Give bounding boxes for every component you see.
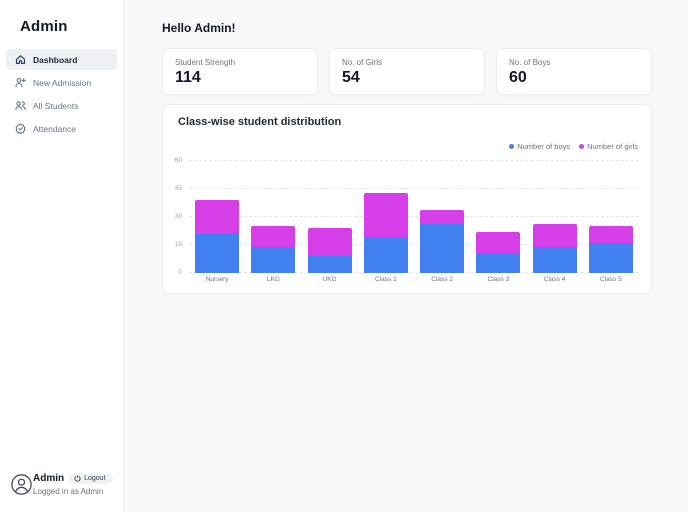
sidebar-item-dashboard[interactable]: Dashboard bbox=[6, 49, 117, 70]
login-status-text: Logged in as Admin bbox=[33, 487, 104, 496]
logout-label: Logout bbox=[84, 475, 106, 482]
bar-segment[interactable] bbox=[476, 231, 521, 255]
y-axis-tick-label: 30 bbox=[174, 213, 182, 221]
stats-row: Student Strength 114 No. of Girls 54 No.… bbox=[162, 48, 652, 95]
y-axis-tick-label: 60 bbox=[174, 157, 182, 165]
sidebar-user-block: Admin Logout Logged in as Admin bbox=[11, 473, 118, 496]
sidebar-nav: Dashboard New Admission All Students Att… bbox=[0, 49, 124, 141]
x-axis-label: Class 1 bbox=[375, 276, 397, 283]
bar-ukg[interactable] bbox=[307, 161, 352, 273]
x-axis-label: Class 5 bbox=[600, 276, 622, 283]
stat-label: No. of Girls bbox=[342, 58, 383, 67]
bar-class-5[interactable] bbox=[588, 161, 633, 273]
bar-segment[interactable] bbox=[420, 224, 465, 273]
bars-row bbox=[189, 161, 639, 273]
bar-segment[interactable] bbox=[532, 224, 577, 247]
bar-class-2[interactable] bbox=[420, 161, 465, 273]
sidebar-item-label: New Admission bbox=[33, 77, 92, 88]
bar-column bbox=[414, 161, 470, 273]
bar-class-4[interactable] bbox=[532, 161, 577, 273]
app-title: Admin bbox=[20, 18, 68, 35]
user-avatar-icon bbox=[11, 474, 32, 495]
bar-segment[interactable] bbox=[588, 226, 633, 244]
x-axis-label: Nursery bbox=[205, 276, 229, 283]
bar-segment[interactable] bbox=[532, 246, 577, 273]
legend-dot-icon bbox=[509, 144, 515, 149]
stat-card-student-strength: Student Strength 114 bbox=[162, 48, 318, 95]
y-axis-tick-label: 15 bbox=[174, 241, 182, 249]
bar-segment[interactable] bbox=[195, 200, 240, 234]
x-axis-label: Class 3 bbox=[487, 276, 510, 283]
bar-column bbox=[245, 161, 301, 273]
badge-check-icon bbox=[15, 123, 26, 134]
y-axis-tick-label: 45 bbox=[174, 185, 182, 193]
bar-segment[interactable] bbox=[307, 256, 352, 273]
legend-item[interactable]: Number of boys bbox=[509, 142, 570, 151]
sidebar-item-attendance[interactable]: Attendance bbox=[6, 118, 117, 139]
stat-value: 54 bbox=[342, 69, 360, 86]
stat-card-girls: No. of Girls 54 bbox=[329, 48, 485, 95]
stat-label: Student Strength bbox=[175, 58, 236, 67]
sidebar-item-all-students[interactable]: All Students bbox=[6, 95, 117, 116]
stat-value: 60 bbox=[509, 69, 527, 86]
bar-segment[interactable] bbox=[251, 226, 296, 247]
sidebar-item-label: All Students bbox=[33, 100, 79, 111]
power-icon bbox=[74, 475, 81, 482]
bar-class-1[interactable] bbox=[363, 161, 408, 273]
bar-segment[interactable] bbox=[195, 233, 240, 273]
legend-label: Number of boys bbox=[517, 142, 571, 151]
users-icon bbox=[15, 100, 26, 111]
x-axis-label: UKG bbox=[322, 276, 337, 283]
sidebar-item-new-admission[interactable]: New Admission bbox=[6, 72, 117, 93]
home-icon bbox=[15, 54, 26, 65]
legend-item[interactable]: Number of girls bbox=[579, 142, 638, 151]
bar-column bbox=[527, 161, 583, 273]
sidebar-item-label: Dashboard bbox=[33, 54, 78, 65]
bar-segment[interactable] bbox=[251, 246, 296, 273]
bar-segment[interactable] bbox=[363, 237, 408, 273]
user-name: Admin bbox=[33, 473, 65, 484]
bar-nursery[interactable] bbox=[195, 161, 240, 273]
sidebar-item-label: Attendance bbox=[33, 123, 77, 134]
bar-column bbox=[470, 161, 526, 273]
greeting-heading: Hello Admin! bbox=[162, 21, 236, 35]
chart-title: Class-wise student distribution bbox=[178, 116, 342, 128]
bar-segment[interactable] bbox=[588, 243, 633, 273]
chart-card: Class-wise student distribution Number o… bbox=[162, 104, 652, 294]
y-axis-tick-label: 0 bbox=[178, 269, 182, 277]
bar-class-3[interactable] bbox=[476, 161, 521, 273]
stat-label: No. of Boys bbox=[509, 58, 551, 67]
bar-segment[interactable] bbox=[476, 254, 521, 273]
bar-column bbox=[302, 161, 358, 273]
legend-label: Number of girls bbox=[587, 142, 638, 151]
bar-segment[interactable] bbox=[307, 228, 352, 257]
chart-xlabels: Nursery LKG UKG Class 1 Class 2 Class 3 Class … bbox=[189, 276, 639, 283]
bar-segment[interactable] bbox=[420, 209, 465, 225]
bar-segment[interactable] bbox=[363, 192, 408, 238]
bar-lkg[interactable] bbox=[251, 161, 296, 273]
bar-column bbox=[583, 161, 639, 273]
chart-plot: 0 15 30 45 60 bbox=[175, 157, 639, 276]
legend-dot-icon bbox=[579, 144, 585, 149]
main-area: Hello Admin! Student Strength 114 No. of… bbox=[126, 0, 688, 512]
user-plus-icon bbox=[15, 77, 26, 88]
stat-card-boys: No. of Boys 60 bbox=[496, 48, 652, 95]
logout-button[interactable]: Logout bbox=[69, 473, 113, 484]
sidebar: Admin Dashboard New Admission All Studen… bbox=[0, 0, 125, 512]
bar-column bbox=[358, 161, 414, 273]
bar-column bbox=[189, 161, 245, 273]
chart-legend: Number of boys Number of girls bbox=[509, 142, 638, 151]
x-axis-label: LKG bbox=[266, 276, 280, 283]
x-axis-label: Class 2 bbox=[431, 276, 453, 283]
stat-value: 114 bbox=[175, 69, 201, 86]
x-axis-label: Class 4 bbox=[543, 276, 566, 283]
